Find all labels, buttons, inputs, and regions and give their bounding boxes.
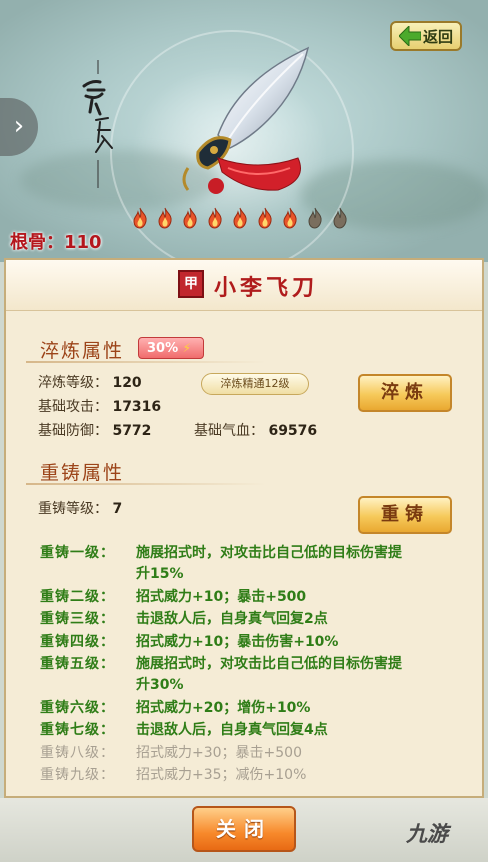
stat-value: 120: [112, 375, 142, 391]
recast-section-title: 重铸属性: [40, 462, 125, 484]
flame-icon-lit: [258, 207, 272, 229]
recast-effect-level: 重铸三级：: [40, 611, 115, 627]
back-button[interactable]: 返回: [390, 21, 462, 51]
recast-effect-level: 重铸四级：: [40, 633, 115, 650]
root-bone-stat: 根骨：110: [10, 228, 102, 254]
expand-arrow-button[interactable]: ›: [0, 98, 38, 156]
stat-base-attack: 基础攻击： 17316: [38, 396, 161, 416]
stat-base-defense: 基础防御： 5772: [38, 420, 151, 440]
recast-effect-row: 重铸四级： 招式威力+10；暴击伤害+10%: [40, 632, 460, 653]
recast-effect-row: 重铸五级： 施展招式时，对攻击比自己低的目标伤害提 升30%: [40, 654, 460, 696]
flame-icon-lit: [183, 207, 197, 229]
recast-effect-level: 重铸一级：: [40, 545, 115, 561]
lightning-icon: ⚡: [182, 341, 192, 355]
flame-icon-lit: [158, 207, 172, 229]
stat-value: 5772: [112, 423, 152, 439]
recast-effect-row: 重铸七级： 击退敌人后，自身真气回复4点: [40, 720, 460, 741]
flame-icon-lit: [233, 207, 247, 229]
root-bone-label: 根骨：: [10, 232, 64, 253]
recast-effect-level: 重铸八级：: [40, 744, 115, 761]
recast-effect-level: 重铸九级：: [40, 767, 115, 783]
watermark-logo: 九游: [406, 822, 448, 846]
flame-icon-unlit: [333, 207, 347, 229]
section-divider: [26, 483, 266, 485]
refine-mastery-tag: 淬炼精通12级: [201, 373, 309, 395]
recast-effect-row: 重铸三级： 击退敌人后，自身真气回复2点: [40, 609, 460, 630]
stat-refine-level: 淬炼等级： 120: [38, 372, 142, 392]
flame-icon-lit: [283, 207, 297, 229]
refine-button[interactable]: 淬炼: [358, 374, 452, 412]
weapon-info-panel: 甲 小李飞刀 淬炼属性 30% ⚡ 淬炼等级： 120 淬炼精通12级 基础攻击…: [4, 258, 484, 798]
recast-effect-row: 重铸一级： 施展招式时，对攻击比自己低的目标伤害提 升15%: [40, 543, 460, 585]
stat-value: 7: [112, 501, 123, 517]
stat-label: 基础防御：: [38, 423, 108, 439]
stat-label: 淬炼等级：: [38, 375, 108, 391]
item-title-bar: 甲 小李飞刀: [6, 260, 482, 311]
quality-flames: [128, 206, 352, 230]
stat-base-hp: 基础气血： 69576: [194, 420, 317, 440]
recast-effect-text: 击退敌人后，自身真气回复4点: [136, 722, 328, 738]
refine-percent-badge: 30% ⚡: [138, 337, 204, 359]
recast-effect-text: 击退敌人后，自身真气回复2点: [136, 611, 328, 627]
recast-effect-row: 重铸八级： 招式威力+30；暴击+500: [40, 743, 460, 764]
item-name: 小李飞刀: [214, 276, 319, 301]
recast-effect-row: 重铸九级： 招式威力+35；减伤+10%: [40, 765, 460, 786]
back-button-label: 返回: [422, 27, 453, 46]
recast-effect-text: 施展招式时，对攻击比自己低的目标伤害提: [136, 545, 402, 561]
flame-icon-lit: [133, 207, 147, 229]
recast-effect-text: 招式威力+10；暴击伤害+10%: [136, 633, 339, 650]
recast-effect-text: 招式威力+10；暴击+500: [136, 588, 307, 605]
recast-effect-level: 重铸六级：: [40, 699, 115, 716]
flame-icon-unlit: [308, 207, 322, 229]
recast-effect-text: 施展招式时，对攻击比自己低的目标伤害提: [136, 656, 402, 672]
flying-dagger-image: [182, 46, 310, 194]
recast-effect-text-cont: 升30%: [136, 677, 184, 693]
stat-value: 69576: [268, 423, 318, 439]
recast-effect-row: 重铸二级： 招式威力+10；暴击+500: [40, 587, 460, 608]
recast-effect-text: 招式威力+35；减伤+10%: [136, 767, 307, 783]
recast-effect-text: 招式威力+30；暴击+500: [136, 744, 302, 761]
stat-label: 基础气血：: [194, 423, 264, 439]
recast-effect-level: 重铸五级：: [40, 656, 115, 672]
stat-label: 基础攻击：: [38, 399, 108, 415]
stat-label: 重铸等级：: [38, 501, 108, 517]
recast-effect-level: 重铸二级：: [40, 588, 115, 605]
close-button[interactable]: 关闭: [192, 806, 296, 852]
refine-percent: 30%: [147, 341, 179, 356]
stat-recast-level: 重铸等级： 7: [38, 498, 122, 518]
recast-effect-level: 重铸七级：: [40, 722, 115, 738]
section-divider: [26, 361, 266, 363]
grade-badge: 甲: [178, 270, 204, 298]
calligraphy-seal: [82, 60, 113, 188]
recast-button[interactable]: 重铸: [358, 496, 452, 534]
flame-icon-lit: [208, 207, 222, 229]
refine-section-title: 淬炼属性: [40, 340, 125, 362]
weapon-showcase: › 返回 根骨：110: [0, 0, 488, 274]
back-arrow-icon: [398, 26, 421, 46]
recast-effect-text: 招式威力+20；增伤+10%: [136, 699, 311, 716]
stat-value: 17316: [112, 399, 162, 415]
root-bone-value: 110: [64, 232, 102, 253]
recast-effect-text-cont: 升15%: [136, 566, 184, 582]
recast-effect-row: 重铸六级： 招式威力+20；增伤+10%: [40, 698, 460, 719]
